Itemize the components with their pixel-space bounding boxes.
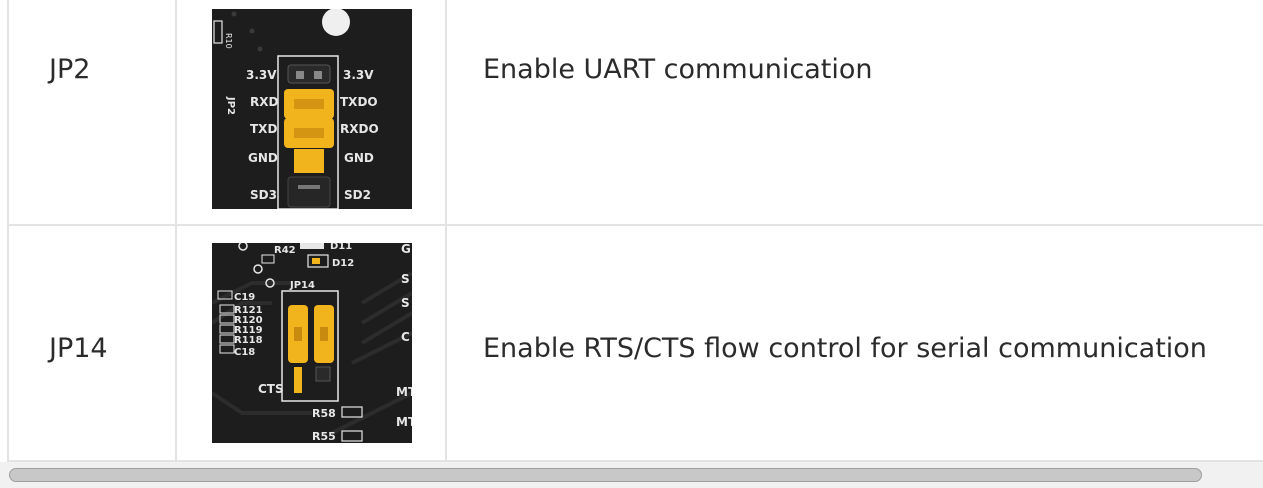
svg-text:RXD: RXD: [250, 95, 278, 109]
svg-text:MT: MT: [396, 415, 412, 429]
table-row: JP14 R42 D11 D12 G S S C M M C19 JP14 R1…: [9, 226, 1263, 462]
svg-text:G: G: [401, 243, 411, 256]
scrollbar-thumb[interactable]: [9, 468, 1202, 482]
jp14-jumper-photo: R42 D11 D12 G S S C MT MT C19 JP14: [212, 243, 412, 443]
column-divider: [445, 0, 447, 224]
svg-text:SD2: SD2: [344, 188, 371, 202]
jp2-jumper-photo: R10 JP2 3.3V RXD TXD GND SD3 3.3V TXDO R…: [212, 9, 412, 209]
svg-text:R118: R118: [234, 335, 263, 346]
svg-text:C: C: [401, 330, 410, 344]
svg-text:MT: MT: [396, 385, 412, 399]
svg-text:R10: R10: [224, 33, 233, 49]
svg-text:C18: C18: [234, 347, 255, 358]
svg-text:JP2: JP2: [225, 96, 236, 115]
svg-text:R58: R58: [312, 407, 336, 420]
jumper-name: JP14: [49, 333, 108, 364]
svg-text:3.3V: 3.3V: [343, 68, 374, 82]
jumper-name: JP2: [49, 54, 91, 85]
svg-text:D11: D11: [330, 243, 352, 252]
jumper-description: Enable UART communication: [483, 54, 873, 85]
column-divider: [175, 0, 177, 224]
svg-text:S: S: [401, 272, 410, 286]
svg-text:GND: GND: [344, 151, 374, 165]
column-divider: [175, 226, 177, 460]
svg-text:SD3: SD3: [250, 188, 277, 202]
svg-text:S: S: [401, 296, 410, 310]
jumper-table: JP2 R10 JP2 3.3V RXD TXD GND SD3 3.3V TX…: [7, 0, 1263, 462]
svg-text:TXD: TXD: [250, 122, 277, 136]
svg-text:C19: C19: [234, 292, 255, 303]
svg-text:GND: GND: [248, 151, 278, 165]
svg-text:RXDO: RXDO: [340, 122, 379, 136]
svg-text:JP14: JP14: [289, 280, 315, 291]
table-row: JP2 R10 JP2 3.3V RXD TXD GND SD3 3.3V TX…: [9, 0, 1263, 226]
svg-text:CTS: CTS: [258, 382, 284, 396]
svg-text:R55: R55: [312, 430, 336, 443]
column-divider: [445, 226, 447, 460]
svg-text:TXDO: TXDO: [340, 95, 378, 109]
svg-text:R42: R42: [274, 245, 296, 256]
jumper-description: Enable RTS/CTS flow control for serial c…: [483, 333, 1207, 364]
svg-text:D12: D12: [332, 258, 354, 269]
svg-text:3.3V: 3.3V: [246, 68, 277, 82]
